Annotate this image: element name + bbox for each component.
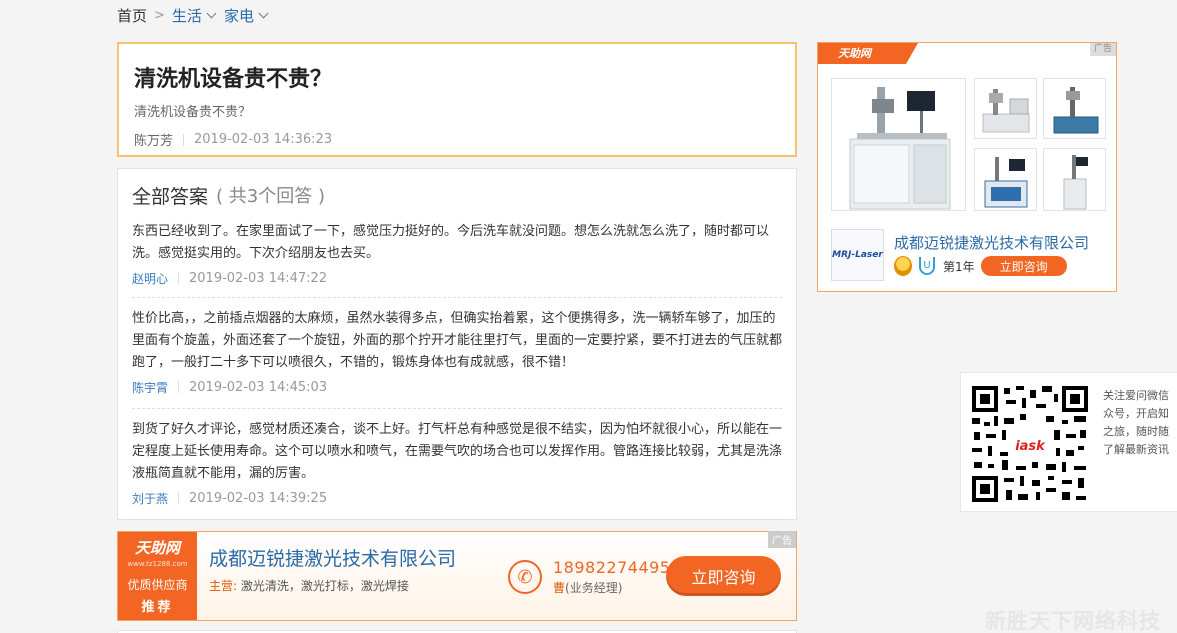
meta-divider: [178, 492, 180, 504]
answer-text: 性价比高，，之前插点烟器的太麻烦，虽然水装得多点，但确实抬着累，这个便携得多，洗…: [132, 311, 783, 370]
ad-company-name[interactable]: 成都迈锐捷激光技术有限公司: [209, 544, 497, 571]
laser-machine-image: [849, 87, 951, 210]
breadcrumb-life[interactable]: 生活: [172, 5, 224, 26]
question-box: 清洗机设备贵不贵？ 清洗机设备贵不贵？ 陈万芳 2019-02-03 14:36…: [117, 42, 797, 157]
consult-button[interactable]: 立即咨询: [666, 556, 781, 596]
product-image-large[interactable]: [831, 78, 966, 211]
company-logo[interactable]: MRJ-Laser: [831, 229, 884, 281]
qr-line: 众号，开启知: [1103, 407, 1169, 420]
tianzhu-logo: 天助网 www.tz1288.com 优质供应商 推荐: [118, 532, 197, 620]
breadcrumb-life-label: 生活: [171, 6, 202, 25]
answer-time: 2019-02-03 14:47:22: [189, 270, 328, 286]
product-image[interactable]: [974, 78, 1037, 139]
breadcrumb: 首页 > 生活 家电: [117, 4, 276, 26]
member-years: 第1年: [943, 259, 975, 274]
answer-user[interactable]: 刘于燕: [132, 490, 168, 507]
company-badges: U 第1年 立即咨询: [894, 256, 1067, 276]
ad-phone: ✆ 18982274495 曹(业务经理): [508, 558, 670, 596]
tianzhu-logo: 天助网: [818, 43, 918, 64]
ad-tag: 广告: [1089, 43, 1116, 56]
phone-icon: ✆: [508, 560, 542, 594]
ad-company-name[interactable]: 成都迈锐捷激光技术有限公司: [894, 232, 1089, 253]
laser-machine-image: [984, 157, 1028, 208]
wechat-qr-panel: iask 关注爱问微信 众号，开启知 之旅，随时随 了解最新资讯: [960, 372, 1177, 512]
chevron-down-icon[interactable]: [206, 8, 217, 18]
main-label: 主营:: [209, 579, 238, 593]
ad-tag: 广告: [768, 531, 796, 548]
answer-user[interactable]: 赵明心: [132, 270, 168, 287]
answer-meta: 刘于燕 2019-02-03 14:39:25: [132, 487, 782, 509]
answers-header: 全部答案 ( 共3个回答 ): [132, 169, 782, 221]
laser-machine-image: [1053, 87, 1099, 134]
answer-time: 2019-02-03 14:45:03: [189, 379, 328, 395]
answer-time: 2019-02-03 14:39:25: [189, 490, 328, 506]
question-description: 清洗机设备贵不贵？: [134, 105, 252, 120]
answers-heading: 全部答案: [132, 185, 209, 208]
question-time: 2019-02-03 14:36:23: [194, 132, 333, 147]
answer-meta: 赵明心 2019-02-03 14:47:22: [132, 267, 782, 289]
chevron-down-icon[interactable]: [258, 8, 269, 18]
meta-divider: [183, 133, 185, 146]
svg-text:iask: iask: [1015, 439, 1046, 454]
logo-url: www.tz1288.com: [127, 560, 188, 568]
answers-count-number: 3: [246, 186, 259, 207]
phone-number: 18982274495: [553, 558, 671, 577]
main-products: 激光清洗，激光打标，激光焊接: [240, 579, 409, 593]
contact-surname: 曹: [553, 581, 566, 595]
answer-item: 到货了好久才评论，感觉材质还凑合，谈不上好。打气杆总有种感觉是很不结实，因为怕坏…: [132, 409, 782, 520]
ad-info: 成都迈锐捷激光技术有限公司 主营: 激光清洗，激光打标，激光焊接: [197, 532, 497, 620]
watermark: 新胜天下网络科技: [985, 609, 1161, 633]
logo-line1: 优质供应商: [127, 578, 188, 592]
laser-machine-image: [982, 89, 1030, 133]
breadcrumb-appliance[interactable]: 家电: [224, 5, 276, 26]
answer-item: 性价比高，，之前插点烟器的太麻烦，虽然水装得多点，但确实抬着累，这个便携得多，洗…: [132, 298, 782, 409]
logo-brand: 天助网: [134, 539, 180, 557]
product-image[interactable]: [1043, 78, 1106, 139]
logo-line2: 推荐: [141, 600, 174, 615]
shield-icon: U: [919, 257, 935, 275]
qr-line: 之旅，随时随: [1103, 425, 1169, 438]
answer-item: 东西已经收到了。在家里面试了一下，感觉压力挺好的。今后洗车就没问题。想怎么洗就怎…: [132, 221, 782, 298]
ad-main-products: 主营: 激光清洗，激光打标，激光焊接: [209, 577, 497, 594]
question-author[interactable]: 陈万芳: [134, 130, 173, 149]
answers-count-prefix: ( 共: [216, 186, 247, 207]
contact-role: (业务经理): [565, 581, 623, 595]
qr-description: 关注爱问微信 众号，开启知 之旅，随时随 了解最新资讯: [1103, 387, 1177, 459]
answers-count: ( 共3个回答 ): [216, 182, 325, 208]
qr-code-icon[interactable]: iask: [970, 384, 1090, 504]
answer-text: 到货了好久才评论，感觉材质还凑合，谈不上好。打气杆总有种感觉是很不结实，因为怕坏…: [132, 422, 783, 481]
meta-divider: [178, 381, 180, 393]
breadcrumb-home[interactable]: 首页: [117, 5, 147, 26]
bottom-supplier-ad[interactable]: 广告 天助网 www.tz1288.com 优质供应商 推荐 成都迈锐捷激光技术…: [117, 531, 797, 621]
qr-line: 了解最新资讯: [1103, 443, 1169, 456]
answer-text: 东西已经收到了。在家里面试了一下，感觉压力挺好的。今后洗车就没问题。想怎么洗就怎…: [132, 224, 770, 261]
answers-count-suffix: 个回答 ): [258, 186, 325, 207]
contact-person: 曹(业务经理): [553, 579, 670, 596]
breadcrumb-appliance-label: 家电: [223, 6, 254, 25]
product-image[interactable]: [974, 148, 1037, 211]
answer-user[interactable]: 陈宇霄: [132, 379, 168, 396]
medal-icon: [894, 256, 912, 276]
answer-meta: 陈宇霄 2019-02-03 14:45:03: [132, 376, 782, 398]
question-meta: 陈万芳 2019-02-03 14:36:23: [134, 130, 780, 149]
answers-section: 全部答案 ( 共3个回答 ) 东西已经收到了。在家里面试了一下，感觉压力挺好的。…: [117, 168, 797, 520]
laser-machine-image: [1063, 155, 1088, 210]
consult-button[interactable]: 立即咨询: [980, 256, 1067, 276]
meta-divider: [178, 272, 180, 284]
product-image[interactable]: [1043, 148, 1106, 211]
breadcrumb-separator: >: [154, 7, 165, 23]
right-sidebar-ad[interactable]: 天助网 广告 MRJ-Laser 成都迈锐捷激光技术有限公司 U 第1年 立即咨…: [817, 42, 1117, 292]
company-logo-row: MRJ-Laser: [831, 229, 884, 281]
question-title: 清洗机设备贵不贵？: [134, 67, 333, 92]
qr-line: 关注爱问微信: [1103, 389, 1169, 402]
